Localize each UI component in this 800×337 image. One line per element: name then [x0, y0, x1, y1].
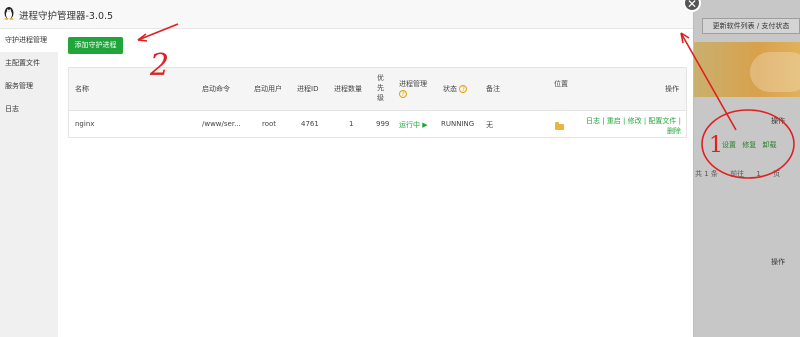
sidebar-item-guard-process[interactable]: 守护进程管理: [0, 29, 58, 52]
cell-command: /www/ser...: [202, 120, 241, 128]
sidebar-item-main-config[interactable]: 主配置文件: [0, 52, 58, 75]
cell-name: nginx: [75, 120, 95, 128]
modal-title: 进程守护管理器-3.0.5: [19, 11, 114, 22]
penguin-logo-icon: [4, 7, 14, 20]
col-user: 启动用户: [254, 85, 282, 93]
settings-link[interactable]: 设置: [722, 141, 736, 149]
pager-page-suffix: 页: [773, 170, 781, 178]
row-actions: 日志 | 重启 | 修改 | 配置文件 | 删除: [585, 116, 681, 136]
cell-status: RUNNING: [441, 120, 475, 128]
delete-link[interactable]: 删除: [667, 127, 681, 135]
col-command: 启动命令: [202, 85, 230, 93]
folder-icon[interactable]: [555, 122, 564, 130]
play-icon: ▶: [422, 121, 428, 129]
cell-priority: 999: [376, 120, 390, 128]
background-ops-header: 操作: [771, 117, 785, 125]
modal-sidebar: 守护进程管理 主配置文件 服务管理 日志: [0, 29, 58, 337]
help-icon[interactable]: ?: [459, 85, 468, 93]
sidebar-item-log[interactable]: 日志: [0, 98, 58, 121]
pager-page-input[interactable]: 1: [756, 170, 760, 178]
cell-remark: 无: [486, 121, 493, 129]
table-row: nginx /www/ser... root 4761 1 999 运行中 ▶ …: [69, 111, 686, 137]
col-ops: 操作: [665, 85, 679, 93]
uninstall-link[interactable]: 卸载: [762, 141, 776, 149]
cell-count: 1: [349, 120, 354, 128]
update-software-list-button[interactable]: 更新软件列表 / 支付状态: [702, 18, 800, 34]
modal-content: 添加守护进程 名称 启动命令 启动用户 进程ID 进程数量 优 先 级 进程管理…: [58, 29, 693, 337]
col-name: 名称: [75, 85, 89, 93]
background-ops-header-2: 操作: [771, 258, 785, 266]
repair-link[interactable]: 修复: [742, 141, 756, 149]
pager-goto-label: 前往: [730, 170, 745, 178]
modal-title-bar: 进程守护管理器-3.0.5: [0, 0, 693, 29]
background-banner: [694, 42, 800, 97]
cell-manage[interactable]: 运行中 ▶: [399, 120, 428, 130]
col-status: 状态 ?: [443, 84, 468, 94]
col-remark: 备注: [486, 85, 500, 93]
row-actions-line1[interactable]: 日志 | 重启 | 修改 | 配置文件 |: [586, 117, 681, 125]
col-manage: 进程管理 ?: [399, 80, 427, 98]
cell-user: root: [262, 120, 277, 128]
help-icon[interactable]: ?: [399, 90, 407, 98]
process-guard-modal: 进程守护管理器-3.0.5 守护进程管理 主配置文件 服务管理 日志 添加守护进…: [0, 0, 701, 337]
col-count: 进程数量: [334, 85, 362, 93]
add-guard-process-button[interactable]: 添加守护进程: [68, 37, 123, 54]
background-row-actions: 设置 修复 卸载: [722, 140, 780, 150]
background-pager: 共 1 条 前往 1 页: [695, 169, 790, 179]
col-location: 位置: [554, 80, 568, 88]
pager-total: 共 1 条: [695, 170, 718, 178]
process-table: 名称 启动命令 启动用户 进程ID 进程数量 优 先 级 进程管理 ? 状态 ?: [68, 67, 687, 138]
sidebar-item-service[interactable]: 服务管理: [0, 75, 58, 98]
col-pid: 进程ID: [297, 85, 319, 93]
col-priority: 优 先 级: [377, 74, 384, 102]
table-header: 名称 启动命令 启动用户 进程ID 进程数量 优 先 级 进程管理 ? 状态 ?: [69, 68, 686, 111]
cell-pid: 4761: [301, 120, 319, 128]
